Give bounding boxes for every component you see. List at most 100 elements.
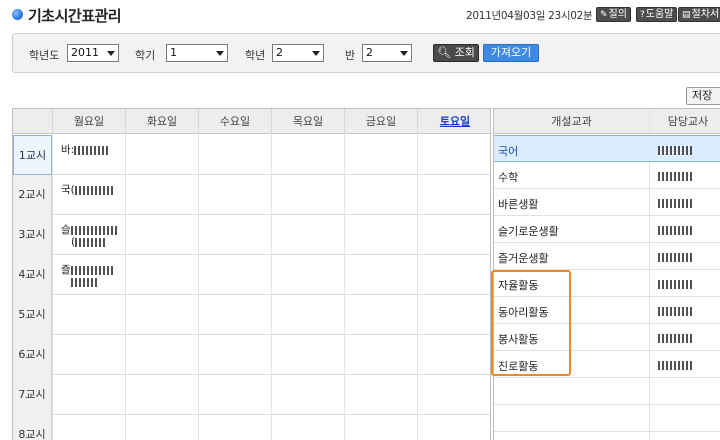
timetable-cell[interactable] xyxy=(125,335,198,375)
day-header-sat[interactable]: 토요일 xyxy=(417,109,490,134)
timetable-cell[interactable] xyxy=(125,135,198,175)
timetable-cell[interactable]: 바: xyxy=(52,135,125,175)
timetable-cell[interactable] xyxy=(198,175,271,215)
timetable-cell[interactable] xyxy=(417,375,490,415)
redacted-mark xyxy=(71,277,99,287)
timetable-cell[interactable] xyxy=(125,375,198,415)
timetable-cell[interactable] xyxy=(198,295,271,335)
day-header-wed: 수요일 xyxy=(198,109,271,134)
timetable-cell[interactable] xyxy=(198,135,271,175)
timetable-cell[interactable] xyxy=(198,375,271,415)
timetable-cell[interactable] xyxy=(52,415,125,440)
list-item xyxy=(494,405,720,432)
timetable-cell[interactable] xyxy=(417,295,490,335)
help-button[interactable]: ?도움말 xyxy=(636,7,678,22)
pencil-icon: ✎ xyxy=(600,10,608,20)
redacted-mark xyxy=(70,265,115,275)
table-row: 6교시 xyxy=(13,335,490,375)
period-label[interactable]: 4교시 xyxy=(13,255,52,295)
timetable-cell[interactable] xyxy=(271,215,344,255)
timetable-cell[interactable] xyxy=(271,415,344,440)
timetable-cell[interactable] xyxy=(125,215,198,255)
subject-table-header: 개설교과 담당교사 xyxy=(494,109,720,134)
save-button[interactable]: 저장 xyxy=(686,87,720,105)
question-icon: ? xyxy=(640,10,645,20)
timetable-cell[interactable] xyxy=(417,415,490,440)
search-icon: 🔍︎ xyxy=(437,46,452,59)
timetable-cell[interactable] xyxy=(271,335,344,375)
timetable-cell[interactable] xyxy=(271,255,344,295)
timetable-cell[interactable] xyxy=(344,135,417,175)
period-label[interactable]: 8교시 xyxy=(13,415,52,440)
timetable-cell[interactable] xyxy=(52,295,125,335)
timetable-cell[interactable] xyxy=(52,375,125,415)
period-label[interactable]: 6교시 xyxy=(13,335,52,375)
timetable-cell[interactable] xyxy=(271,295,344,335)
timetable-cell[interactable] xyxy=(417,255,490,295)
timetable-cell[interactable] xyxy=(198,415,271,440)
chevron-down-icon xyxy=(107,51,115,56)
timetable-cell[interactable] xyxy=(344,375,417,415)
search-button[interactable]: 🔍︎ 조회 xyxy=(433,44,479,62)
day-header-mon: 월요일 xyxy=(52,109,125,134)
procedure-button[interactable]: ▤절차서 xyxy=(678,7,720,22)
timetable-cell[interactable] xyxy=(52,335,125,375)
redacted-teacher-name xyxy=(658,199,692,208)
fetch-button[interactable]: 가져오기 xyxy=(483,44,539,62)
redacted-teacher-name xyxy=(658,307,692,316)
period-label[interactable]: 5교시 xyxy=(13,295,52,335)
year-select[interactable]: 2011 xyxy=(67,44,119,62)
timetable-cell[interactable] xyxy=(271,375,344,415)
semester-select[interactable]: 1 xyxy=(166,44,228,62)
timetable-cell[interactable] xyxy=(417,135,490,175)
timetable-cell[interactable] xyxy=(198,335,271,375)
timetable-cell[interactable] xyxy=(125,415,198,440)
day-header-thu: 목요일 xyxy=(271,109,344,134)
timetable-cell[interactable] xyxy=(344,175,417,215)
timetable-cell[interactable] xyxy=(344,255,417,295)
subject-name: 슬기로운생활 xyxy=(498,225,559,238)
timetable-cell[interactable] xyxy=(417,215,490,255)
document-icon: ▤ xyxy=(682,10,691,20)
period-label[interactable]: 7교시 xyxy=(13,375,52,415)
subject-column-header: 개설교과 xyxy=(551,115,592,128)
period-label[interactable]: 1교시 xyxy=(13,135,52,175)
chevron-down-icon xyxy=(312,51,320,56)
timetable-cell[interactable] xyxy=(417,335,490,375)
redacted-teacher-name xyxy=(658,226,692,235)
filter-bar: 학년도 2011 학기 1 학년 2 반 2 🔍︎ 조회 가져오기 xyxy=(12,33,720,73)
list-item[interactable]: 슬기로운생활 xyxy=(494,216,720,243)
subject-name: 수학 xyxy=(498,171,519,184)
timetable-cell[interactable] xyxy=(198,215,271,255)
timetable-cell[interactable] xyxy=(198,255,271,295)
day-header-fri: 금요일 xyxy=(344,109,417,134)
timetable-cell[interactable]: 슬 ( xyxy=(52,215,125,255)
chevron-down-icon xyxy=(400,51,408,56)
timetable-cell[interactable] xyxy=(344,335,417,375)
timetable-cell[interactable] xyxy=(271,135,344,175)
list-item[interactable]: 바른생활 xyxy=(494,189,720,216)
period-label[interactable]: 2교시 xyxy=(13,175,52,215)
timetable-cell[interactable] xyxy=(271,175,344,215)
list-item[interactable]: 즐거운생활 xyxy=(494,243,720,270)
class-select[interactable]: 2 xyxy=(362,44,412,62)
timetable-cell[interactable]: 국( xyxy=(52,175,125,215)
list-item[interactable]: 수학 xyxy=(494,162,720,189)
subject-name: 즐거운생활 xyxy=(498,252,549,265)
timetable-cell[interactable] xyxy=(344,215,417,255)
list-item[interactable]: 국어 xyxy=(494,135,720,162)
timetable-cell[interactable] xyxy=(344,295,417,335)
timetable-cell[interactable] xyxy=(125,295,198,335)
inquiry-button[interactable]: ✎질의 xyxy=(596,7,631,22)
timetable-cell[interactable] xyxy=(125,175,198,215)
year-label: 학년도 xyxy=(29,49,60,62)
timetable-cell[interactable] xyxy=(417,175,490,215)
redacted-teacher-name xyxy=(658,253,692,262)
period-label[interactable]: 3교시 xyxy=(13,215,52,255)
grade-select[interactable]: 2 xyxy=(272,44,324,62)
timetable-cell[interactable] xyxy=(344,415,417,440)
timetable-cell[interactable] xyxy=(125,255,198,295)
redacted-teacher-name xyxy=(658,280,692,289)
timetable-cell[interactable]: 즐 xyxy=(52,255,125,295)
class-label: 반 xyxy=(345,49,356,62)
